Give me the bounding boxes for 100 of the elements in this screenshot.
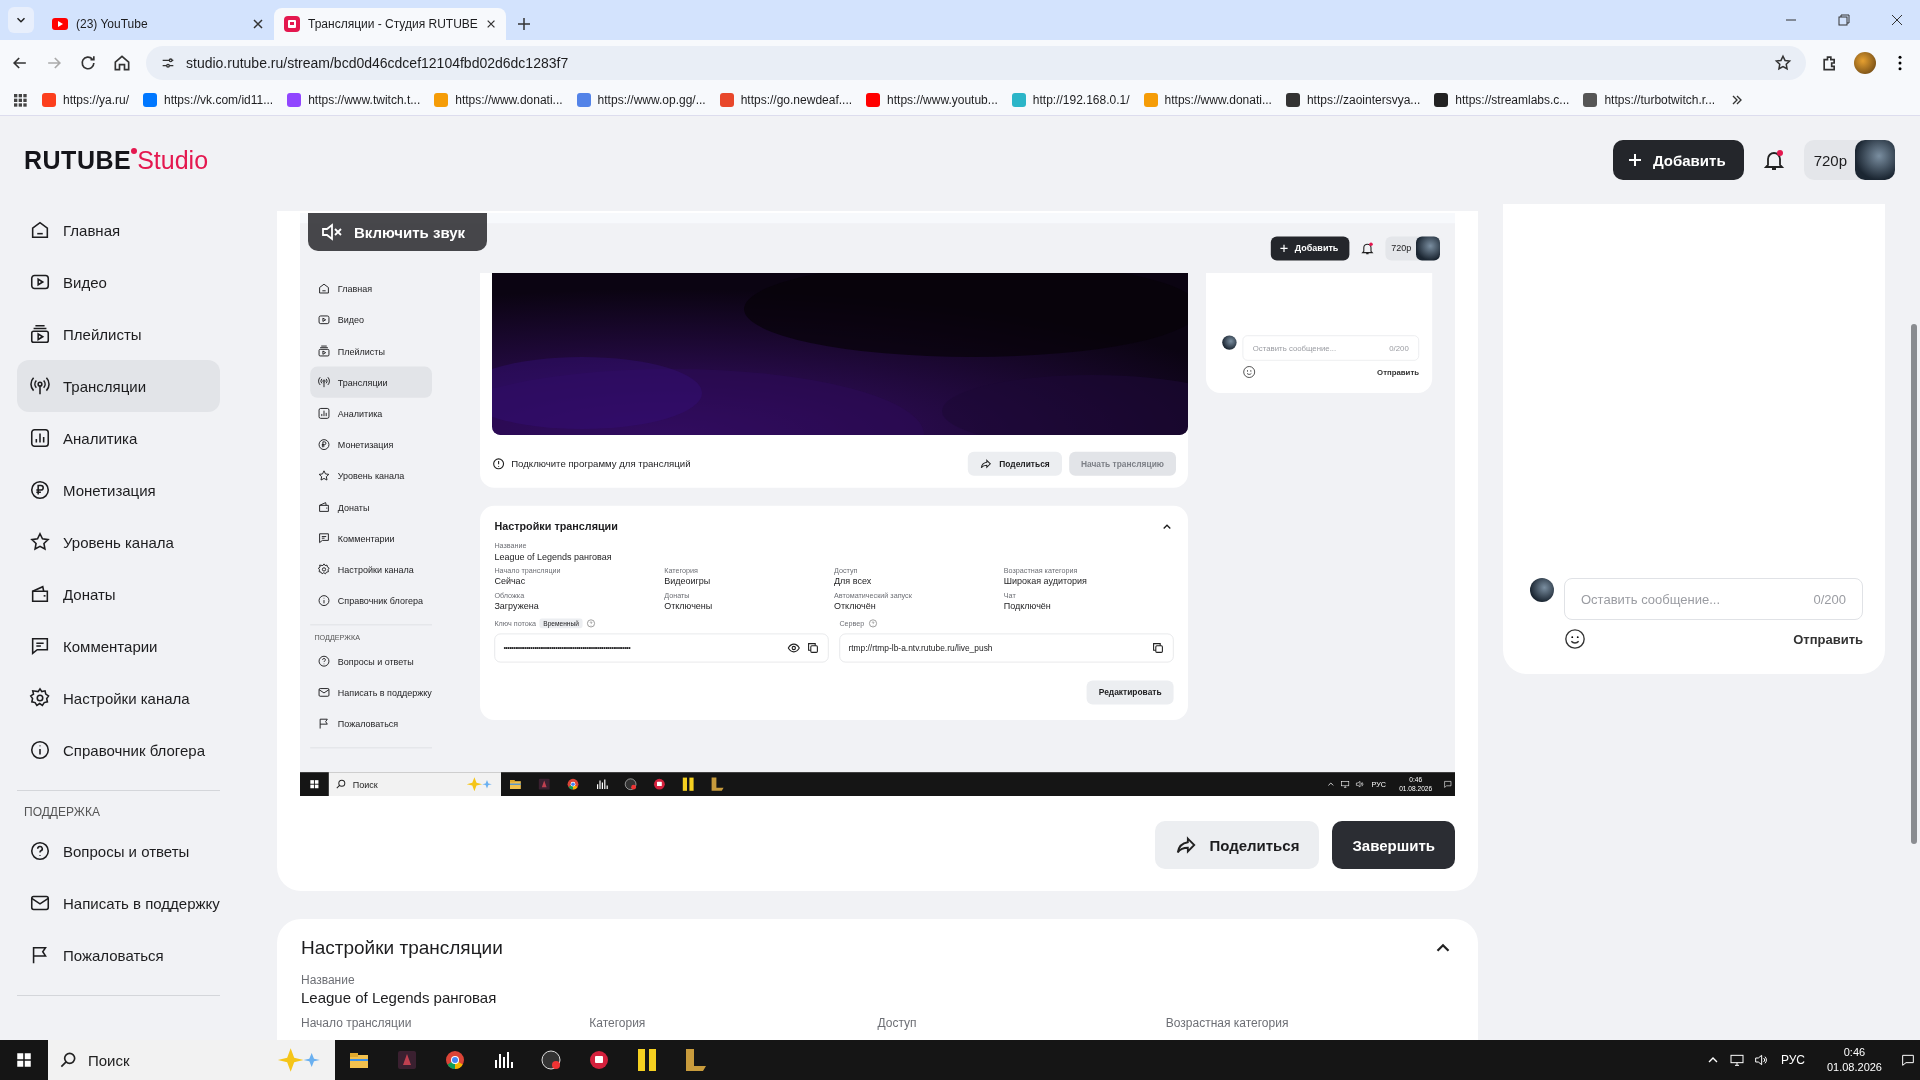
field-value: Широкая аудитория	[1003, 576, 1088, 587]
browser-icon[interactable]	[443, 1048, 467, 1072]
browser-icon	[565, 777, 581, 792]
sidebar-item[interactable]: Главная	[17, 204, 220, 256]
close-icon[interactable]	[252, 18, 264, 30]
message-app-icon	[652, 777, 667, 792]
sidebar-item: Вопросы и ответы	[310, 645, 432, 677]
apps-grid-icon[interactable]	[12, 92, 28, 108]
field-label: Возрастная категория	[1165, 1016, 1290, 1030]
new-tab-icon[interactable]	[516, 16, 532, 32]
message-app-icon[interactable]	[587, 1048, 611, 1072]
plus-icon	[1626, 152, 1643, 168]
field-label: Доступ	[877, 1016, 918, 1030]
speaker-icon[interactable]	[1752, 1052, 1769, 1068]
sidebar-item: Трансляции	[310, 366, 432, 398]
play-logo-icon	[52, 16, 68, 32]
monitor-icon[interactable]	[1728, 1052, 1745, 1068]
bookmark[interactable]: https://turbotwitch.r...	[1583, 93, 1716, 107]
sidebar-item: Плейлисты	[310, 335, 432, 367]
house-icon	[29, 219, 51, 241]
bookmark[interactable]: https://www.twitch.t...	[287, 93, 421, 107]
tab-list-icon[interactable]	[8, 7, 34, 33]
sidebar-item: Комментарии	[310, 522, 432, 554]
chart-icon	[29, 427, 51, 449]
comment-icon	[29, 635, 51, 657]
record-icon[interactable]	[539, 1048, 563, 1072]
bookmark[interactable]: https://ya.ru/	[42, 93, 130, 107]
sidebar-item[interactable]: Монетизация	[17, 464, 220, 516]
sidebar-item: Уровень канала	[310, 460, 432, 492]
browser-tab[interactable]: Трансляции - Студия RUTUBE	[274, 8, 506, 40]
share-button[interactable]: Поделиться	[968, 451, 1062, 476]
game-icon	[537, 777, 552, 792]
clock-time[interactable]: 0:46	[1843, 1045, 1866, 1060]
bars-app-icon[interactable]	[635, 1048, 659, 1072]
game-icon[interactable]	[395, 1048, 419, 1072]
send-button[interactable]: Отправить	[1793, 631, 1863, 647]
restore-icon[interactable]	[1836, 12, 1852, 28]
bookmark[interactable]: https://zaointersvya...	[1285, 93, 1421, 107]
language-indicator[interactable]: РУС	[1780, 1053, 1805, 1067]
profile-avatar[interactable]	[1854, 51, 1876, 74]
avatar	[1530, 578, 1554, 602]
bookmark-star-icon[interactable]	[1774, 53, 1792, 72]
sidebar-item[interactable]: Пожаловаться	[17, 929, 220, 981]
close-icon[interactable]	[485, 18, 496, 30]
windows-icon[interactable]	[15, 1051, 33, 1069]
scrollbar-thumb[interactable]	[1911, 324, 1917, 844]
section-title: Настройки трансляции	[494, 520, 618, 534]
section-title: Настройки трансляции	[301, 937, 503, 959]
sidebar-item[interactable]: Донаты	[17, 568, 220, 620]
smiley-icon[interactable]	[1564, 628, 1586, 650]
sidebar-item[interactable]: Настройки канала	[17, 672, 220, 724]
folder-icon	[508, 777, 523, 792]
sidebar-item: Пожаловаться	[310, 708, 432, 740]
bell-icon[interactable]	[1761, 148, 1786, 172]
app-icon	[709, 777, 725, 792]
bookmark[interactable]: https://www.youtub...	[866, 93, 998, 107]
field-value: Отключены	[664, 600, 714, 611]
quality-selector: 720p	[1385, 236, 1440, 261]
field-label: Категория	[589, 1016, 647, 1030]
sidebar-item[interactable]: Аналитика	[17, 412, 220, 464]
edit-button[interactable]: Редактировать	[1086, 680, 1174, 705]
field-value: Отключён	[834, 600, 877, 611]
add-button[interactable]: Добавить	[1612, 140, 1744, 180]
sidebar-item[interactable]: Уровень канала	[17, 516, 220, 568]
finish-button[interactable]: Завершить	[1332, 821, 1455, 869]
question-icon	[29, 840, 51, 862]
field-value: Сейчас	[494, 576, 527, 587]
bookmark[interactable]: https://go.newdeaf....	[719, 93, 853, 107]
sidebar-item[interactable]: Справочник блогера	[17, 724, 220, 776]
sidebar-item[interactable]: Вопросы и ответы	[17, 825, 220, 877]
add-button[interactable]: Добавить	[1270, 236, 1350, 261]
sidebar-item[interactable]: Написать в поддержку	[17, 877, 220, 929]
notification-icon[interactable]	[1900, 1052, 1916, 1068]
sidebar-item[interactable]: Комментарии	[17, 620, 220, 672]
sidebar-item: Донаты	[310, 491, 432, 523]
bookmark[interactable]: https://www.donati...	[1143, 93, 1272, 107]
unmute-button[interactable]: Включить звук	[308, 213, 488, 251]
search-field[interactable]: Поиск	[48, 1040, 335, 1080]
windows-icon	[309, 778, 320, 790]
clock-date[interactable]: 01.08.2026	[1826, 1060, 1882, 1075]
field-value: Для всех	[834, 576, 873, 587]
bookmark[interactable]: https://streamlabs.c...	[1434, 93, 1570, 107]
close-icon[interactable]	[1889, 12, 1905, 28]
sidebar-item: Написать в поддержку	[310, 676, 432, 708]
app-icon[interactable]	[683, 1048, 707, 1072]
logo[interactable]: RUTUBE Studio	[24, 145, 209, 175]
sidebar-item[interactable]: Плейлисты	[17, 308, 220, 360]
bookmark[interactable]: https://www.op.gg/...	[576, 93, 706, 107]
address-bar[interactable]: studio.rutube.ru/stream/bcd0d46cdcef12104fbd02d6dc1283f7	[146, 45, 1806, 80]
field-label: Начало трансляции	[301, 1016, 413, 1030]
bookmark[interactable]: http://192.168.0.1/	[1011, 93, 1130, 107]
share-button[interactable]: Поделиться	[1155, 821, 1320, 869]
sidebar-item[interactable]: Видео	[17, 256, 220, 308]
quality-selector[interactable]: 720p	[1803, 140, 1895, 180]
bookmark[interactable]: https://www.donati...	[434, 93, 563, 107]
browser-tab[interactable]: (23) YouTube	[42, 8, 274, 40]
avatar	[1222, 335, 1237, 350]
bookmark[interactable]: https://vk.com/id11...	[143, 93, 274, 107]
sidebar-item: Главная	[310, 273, 432, 305]
sidebar-item[interactable]: Трансляции	[17, 360, 220, 412]
